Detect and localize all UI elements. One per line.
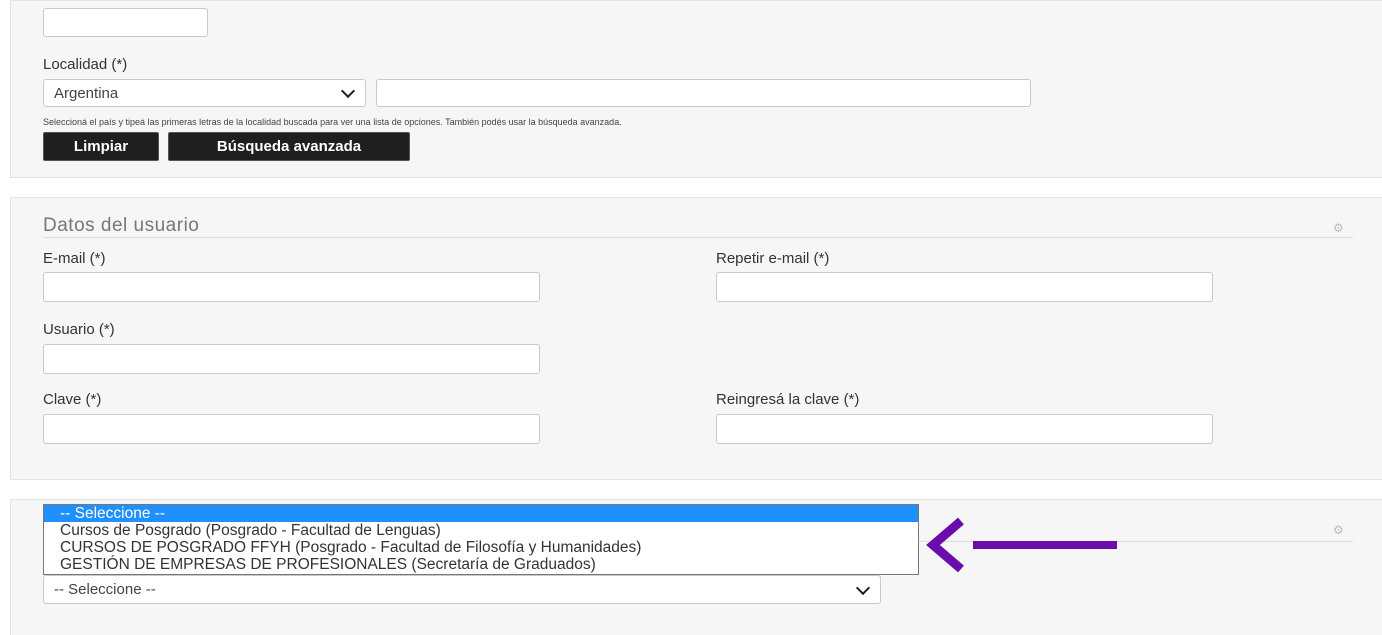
dropdown-option[interactable]: Cursos de Posgrado (Posgrado - Facultad … bbox=[44, 522, 918, 539]
gear-icon[interactable]: ⚙ bbox=[1333, 523, 1347, 537]
dropdown-option[interactable]: -- Seleccione -- bbox=[44, 505, 918, 522]
localidad-label: Localidad (*) bbox=[43, 56, 128, 73]
previous-field-input[interactable] bbox=[43, 8, 208, 37]
section-title: Datos del usuario bbox=[43, 215, 200, 236]
username-label: Usuario (*) bbox=[43, 321, 115, 338]
localidad-search-input[interactable] bbox=[376, 79, 1031, 107]
program-select[interactable]: -- Seleccione -- bbox=[43, 575, 881, 604]
dropdown-option[interactable]: CURSOS DE POSGRADO FFYH (Posgrado - Facu… bbox=[44, 539, 918, 556]
username-field[interactable] bbox=[43, 344, 540, 374]
chevron-down-icon bbox=[855, 580, 871, 595]
user-data-panel: Datos del usuario ⚙ E-mail (*) Repetir e… bbox=[10, 197, 1382, 480]
dropdown-option[interactable]: GESTIÓN DE EMPRESAS DE PROFESIONALES (Se… bbox=[44, 556, 918, 573]
program-select-value: -- Seleccione -- bbox=[54, 581, 156, 598]
localidad-hint: Seleccioná el país y tipeá las primeras … bbox=[43, 117, 622, 127]
email-label: E-mail (*) bbox=[43, 250, 106, 267]
email-repeat-label: Repetir e-mail (*) bbox=[716, 250, 830, 267]
gear-icon[interactable]: ⚙ bbox=[1333, 221, 1347, 235]
email-field[interactable] bbox=[43, 272, 540, 302]
advanced-search-button[interactable]: Búsqueda avanzada bbox=[168, 132, 410, 161]
password-repeat-label: Reingresá la clave (*) bbox=[716, 391, 860, 408]
location-panel: Localidad (*) Argentina Seleccioná el pa… bbox=[10, 0, 1382, 178]
password-repeat-field[interactable] bbox=[716, 414, 1213, 444]
email-repeat-field[interactable] bbox=[716, 272, 1213, 302]
country-select[interactable]: Argentina bbox=[43, 79, 366, 107]
clear-button[interactable]: Limpiar bbox=[43, 132, 159, 161]
password-label: Clave (*) bbox=[43, 391, 102, 408]
annotation-arrow bbox=[926, 517, 1117, 573]
chevron-down-icon bbox=[340, 83, 356, 99]
program-dropdown-list: -- Seleccione -- Cursos de Posgrado (Pos… bbox=[43, 504, 919, 575]
section-title-divider bbox=[43, 237, 1353, 238]
password-field[interactable] bbox=[43, 414, 540, 444]
country-select-value: Argentina bbox=[54, 84, 119, 102]
